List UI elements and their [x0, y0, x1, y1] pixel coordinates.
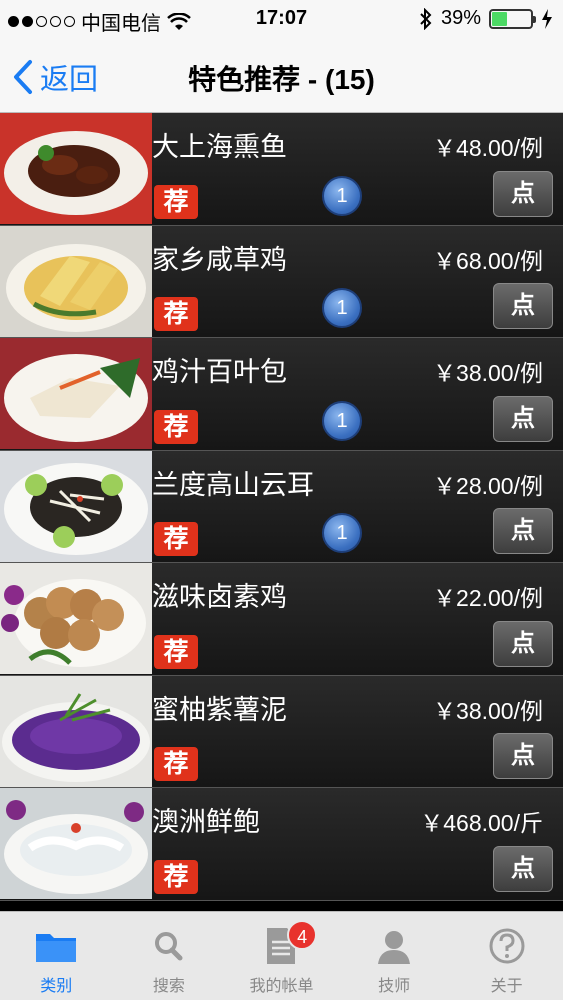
quantity-badge: 1: [322, 288, 362, 328]
recommend-badge: 荐: [154, 859, 198, 894]
dish-price: ￥28.00/例: [433, 472, 543, 499]
tab-label: 类别: [40, 978, 73, 995]
dish-row[interactable]: 兰度高山云耳 ￥28.00/例 荐 1 点: [0, 450, 563, 563]
dish-name: 蜜柚紫薯泥: [152, 694, 287, 725]
recommend-badge: 荐: [154, 522, 198, 556]
tab-about[interactable]: 关于: [450, 912, 563, 1000]
order-button[interactable]: 点: [493, 283, 553, 329]
tab-search[interactable]: 搜索: [113, 912, 226, 1000]
dish-row[interactable]: 鸡汁百叶包 ￥38.00/例 荐 1 点: [0, 338, 563, 451]
order-button[interactable]: 点: [493, 395, 553, 442]
recommend-badge: 荐: [154, 747, 198, 781]
dish-row[interactable]: 蜜柚紫薯泥 ￥38.00/例 荐 点: [0, 675, 563, 788]
dish-price: ￥22.00/例: [433, 585, 543, 611]
quantity-badge: 1: [322, 175, 362, 216]
status-bar: 中国电信 17:07 39%: [0, 0, 563, 38]
recommend-badge: 荐: [154, 184, 198, 219]
page-title: 特色推荐 - (15): [188, 64, 375, 95]
dish-price: ￥48.00/例: [433, 135, 543, 161]
dish-price: ￥38.00/例: [433, 697, 543, 724]
tab-bar: 类别 搜索 4 我的帐单 技师 关于: [0, 911, 563, 1000]
order-button[interactable]: 点: [493, 845, 553, 892]
quantity-badge: 1: [322, 513, 362, 553]
battery-icon: [489, 8, 536, 29]
dish-name: 兰度高山云耳: [152, 469, 314, 500]
tab-my-bill[interactable]: 4 我的帐单: [225, 912, 338, 1000]
tab-label: 我的帐单: [249, 978, 314, 995]
dish-name: 家乡咸草鸡: [152, 244, 287, 275]
dish-row[interactable]: 大上海熏鱼 ￥48.00/例 荐 1 点: [0, 113, 563, 226]
dish-price: ￥68.00/例: [433, 247, 543, 274]
recommend-badge: 荐: [154, 409, 198, 444]
order-button[interactable]: 点: [493, 620, 553, 667]
tab-label: 关于: [490, 978, 523, 995]
dish-name: 澳洲鲜鲍: [152, 807, 260, 837]
tab-label: 搜索: [152, 978, 185, 995]
tab-category[interactable]: 类别: [0, 912, 113, 1000]
tab-label: 技师: [378, 978, 411, 995]
dish-name: 鸡汁百叶包: [152, 357, 287, 387]
recommend-badge: 荐: [154, 297, 198, 331]
dish-image: [0, 225, 152, 337]
dish-image: [0, 113, 152, 224]
dish-row[interactable]: 滋味卤素鸡 ￥22.00/例 荐 点: [0, 563, 563, 676]
quantity-badge: 1: [322, 400, 362, 441]
order-button[interactable]: 点: [493, 733, 553, 779]
bluetooth-icon: [420, 7, 432, 30]
question-icon: [489, 928, 525, 964]
order-button[interactable]: 点: [493, 508, 553, 554]
dish-row[interactable]: 澳洲鲜鲍 ￥468.00/斤 荐 点: [0, 788, 563, 901]
dish-row[interactable]: 家乡咸草鸡 ￥68.00/例 荐 1 点: [0, 225, 563, 338]
dish-image: [0, 338, 152, 449]
dish-price: ￥468.00/斤: [420, 810, 543, 836]
navigation-bar: 返回 特色推荐 - (15): [0, 38, 563, 113]
dish-list: 大上海熏鱼 ￥48.00/例 荐 1 点 家乡咸草鸡 ￥68.00/例 荐 1 …: [0, 113, 563, 911]
tab-technician[interactable]: 技师: [338, 912, 451, 1000]
dish-image: [0, 450, 152, 562]
status-right: 39%: [419, 7, 553, 30]
dish-image: [0, 563, 152, 674]
recommend-badge: 荐: [154, 634, 198, 669]
dish-image: [0, 788, 152, 899]
dish-image: [0, 675, 152, 787]
bill-count-badge: 4: [287, 920, 318, 950]
order-button[interactable]: 点: [493, 170, 553, 217]
charging-icon: [542, 8, 552, 29]
folder-icon: [36, 934, 77, 962]
dish-name: 滋味卤素鸡: [152, 582, 287, 612]
dish-price: ￥38.00/例: [433, 360, 543, 386]
battery-percent: 39%: [440, 7, 481, 29]
person-icon: [378, 931, 411, 964]
search-icon: [154, 932, 183, 961]
dish-name: 大上海熏鱼: [152, 132, 287, 162]
